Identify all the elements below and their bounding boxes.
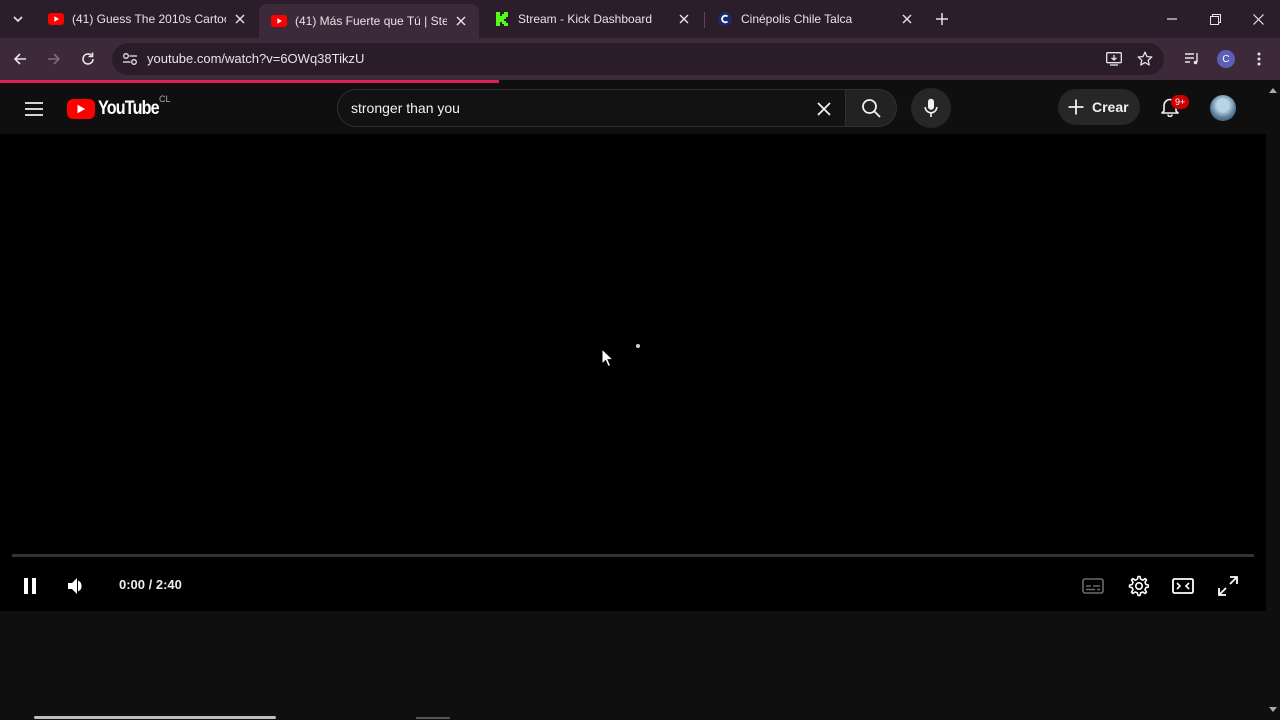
youtube-play-logo-icon bbox=[67, 99, 95, 119]
youtube-logo[interactable]: YouTube bbox=[67, 97, 169, 121]
guide-menu-button[interactable] bbox=[22, 97, 46, 121]
cinepolis-favicon-icon bbox=[717, 11, 733, 27]
search-button[interactable] bbox=[845, 89, 897, 127]
scroll-down-arrow-icon[interactable] bbox=[1268, 706, 1278, 714]
reload-button[interactable] bbox=[76, 47, 100, 71]
fullscreen-icon bbox=[1218, 576, 1238, 596]
video-player[interactable] bbox=[0, 134, 1266, 611]
minimize-icon bbox=[1167, 18, 1177, 20]
new-tab-button[interactable] bbox=[932, 9, 952, 29]
back-button[interactable] bbox=[8, 47, 32, 71]
logo-text: YouTube bbox=[98, 98, 160, 119]
search-box bbox=[337, 89, 845, 127]
plus-icon bbox=[936, 13, 948, 25]
arrow-left-icon bbox=[13, 53, 26, 65]
video-progress-track[interactable] bbox=[12, 554, 1254, 557]
subtitles-button[interactable] bbox=[1079, 572, 1107, 600]
create-button[interactable]: Crear bbox=[1058, 89, 1140, 125]
theater-mode-icon bbox=[1172, 578, 1194, 594]
search-input[interactable] bbox=[351, 100, 791, 116]
more-vertical-icon bbox=[1257, 52, 1261, 66]
tab-title: (41) Más Fuerte que Tú | Steven bbox=[295, 14, 447, 28]
media-controls-icon[interactable] bbox=[1181, 48, 1203, 70]
close-icon bbox=[817, 102, 831, 116]
settings-icon bbox=[1128, 575, 1149, 597]
tab-title: Cinépolis Chile Talca bbox=[741, 12, 853, 26]
tab-title: Stream - Kick Dashboard bbox=[518, 12, 653, 26]
arrow-right-icon bbox=[48, 53, 61, 65]
kick-favicon-icon bbox=[494, 11, 510, 27]
horizontal-scrollbar-track-mark bbox=[416, 717, 450, 719]
window-close-button[interactable] bbox=[1236, 0, 1280, 38]
theater-mode-button[interactable] bbox=[1169, 572, 1197, 600]
youtube-header: YouTube CL Crear 9+ bbox=[0, 83, 1266, 134]
create-button-label: Crear bbox=[1092, 99, 1129, 115]
tab-close-icon[interactable] bbox=[676, 11, 692, 27]
profile-button[interactable]: C bbox=[1215, 48, 1237, 70]
profile-avatar: C bbox=[1217, 50, 1235, 68]
browser-tab-strip: (41) Guess The 2010s Cartoon T (41) Más … bbox=[0, 0, 1280, 38]
tab-title: (41) Guess The 2010s Cartoon T bbox=[72, 12, 226, 26]
mouse-cursor-icon bbox=[601, 348, 615, 368]
window-minimize-button[interactable] bbox=[1150, 0, 1194, 38]
site-info-icon[interactable] bbox=[120, 49, 140, 69]
window-restore-button[interactable] bbox=[1193, 0, 1237, 38]
close-icon bbox=[1252, 13, 1264, 25]
browser-toolbar: youtube.com/watch?v=6OWq38TikzU C bbox=[0, 38, 1280, 80]
vertical-scrollbar[interactable] bbox=[1266, 83, 1280, 720]
search-clear-button[interactable] bbox=[812, 97, 836, 121]
tab-close-icon[interactable] bbox=[232, 11, 248, 27]
pause-button[interactable] bbox=[16, 572, 44, 600]
volume-icon bbox=[68, 578, 82, 594]
scroll-up-arrow-icon[interactable] bbox=[1268, 86, 1278, 94]
tab-search-button[interactable] bbox=[6, 8, 30, 30]
voice-search-button[interactable] bbox=[911, 88, 951, 128]
bookmark-star-icon[interactable] bbox=[1135, 49, 1155, 69]
youtube-favicon-icon bbox=[48, 11, 64, 27]
pause-icon bbox=[24, 578, 36, 594]
fullscreen-button[interactable] bbox=[1214, 572, 1242, 600]
url-text: youtube.com/watch?v=6OWq38TikzU bbox=[147, 51, 365, 66]
notification-badge: 9+ bbox=[1171, 95, 1190, 109]
reload-icon bbox=[82, 52, 94, 65]
plus-icon bbox=[1068, 99, 1084, 115]
time-display: 0:00 / 2:40 bbox=[119, 577, 182, 592]
settings-button[interactable] bbox=[1124, 572, 1152, 600]
install-app-icon[interactable] bbox=[1104, 49, 1124, 69]
browser-tab[interactable]: Stream - Kick Dashboard bbox=[482, 4, 702, 34]
address-bar[interactable]: youtube.com/watch?v=6OWq38TikzU bbox=[112, 43, 1164, 75]
browser-tab-active[interactable]: (41) Más Fuerte que Tú | Steven bbox=[259, 4, 479, 38]
hamburger-menu-icon bbox=[25, 102, 43, 116]
account-avatar[interactable] bbox=[1210, 95, 1236, 121]
country-code: CL bbox=[159, 94, 171, 104]
watch-page-content bbox=[0, 611, 1266, 720]
browser-menu-button[interactable] bbox=[1248, 48, 1270, 70]
browser-tab[interactable]: Cinépolis Chile Talca bbox=[705, 4, 925, 34]
subtitles-icon bbox=[1082, 578, 1104, 594]
browser-tab[interactable]: (41) Guess The 2010s Cartoon T bbox=[36, 4, 258, 34]
tab-close-icon[interactable] bbox=[453, 13, 469, 29]
forward-button[interactable] bbox=[42, 47, 66, 71]
restore-icon bbox=[1209, 13, 1221, 25]
youtube-favicon-icon bbox=[271, 13, 287, 29]
chevron-down-icon bbox=[13, 16, 23, 23]
mute-button[interactable] bbox=[63, 572, 91, 600]
search-icon bbox=[862, 99, 881, 118]
loading-spinner bbox=[636, 344, 640, 348]
tab-close-icon[interactable] bbox=[899, 11, 915, 27]
horizontal-scrollbar-thumb[interactable] bbox=[34, 716, 276, 719]
microphone-icon bbox=[924, 98, 938, 117]
